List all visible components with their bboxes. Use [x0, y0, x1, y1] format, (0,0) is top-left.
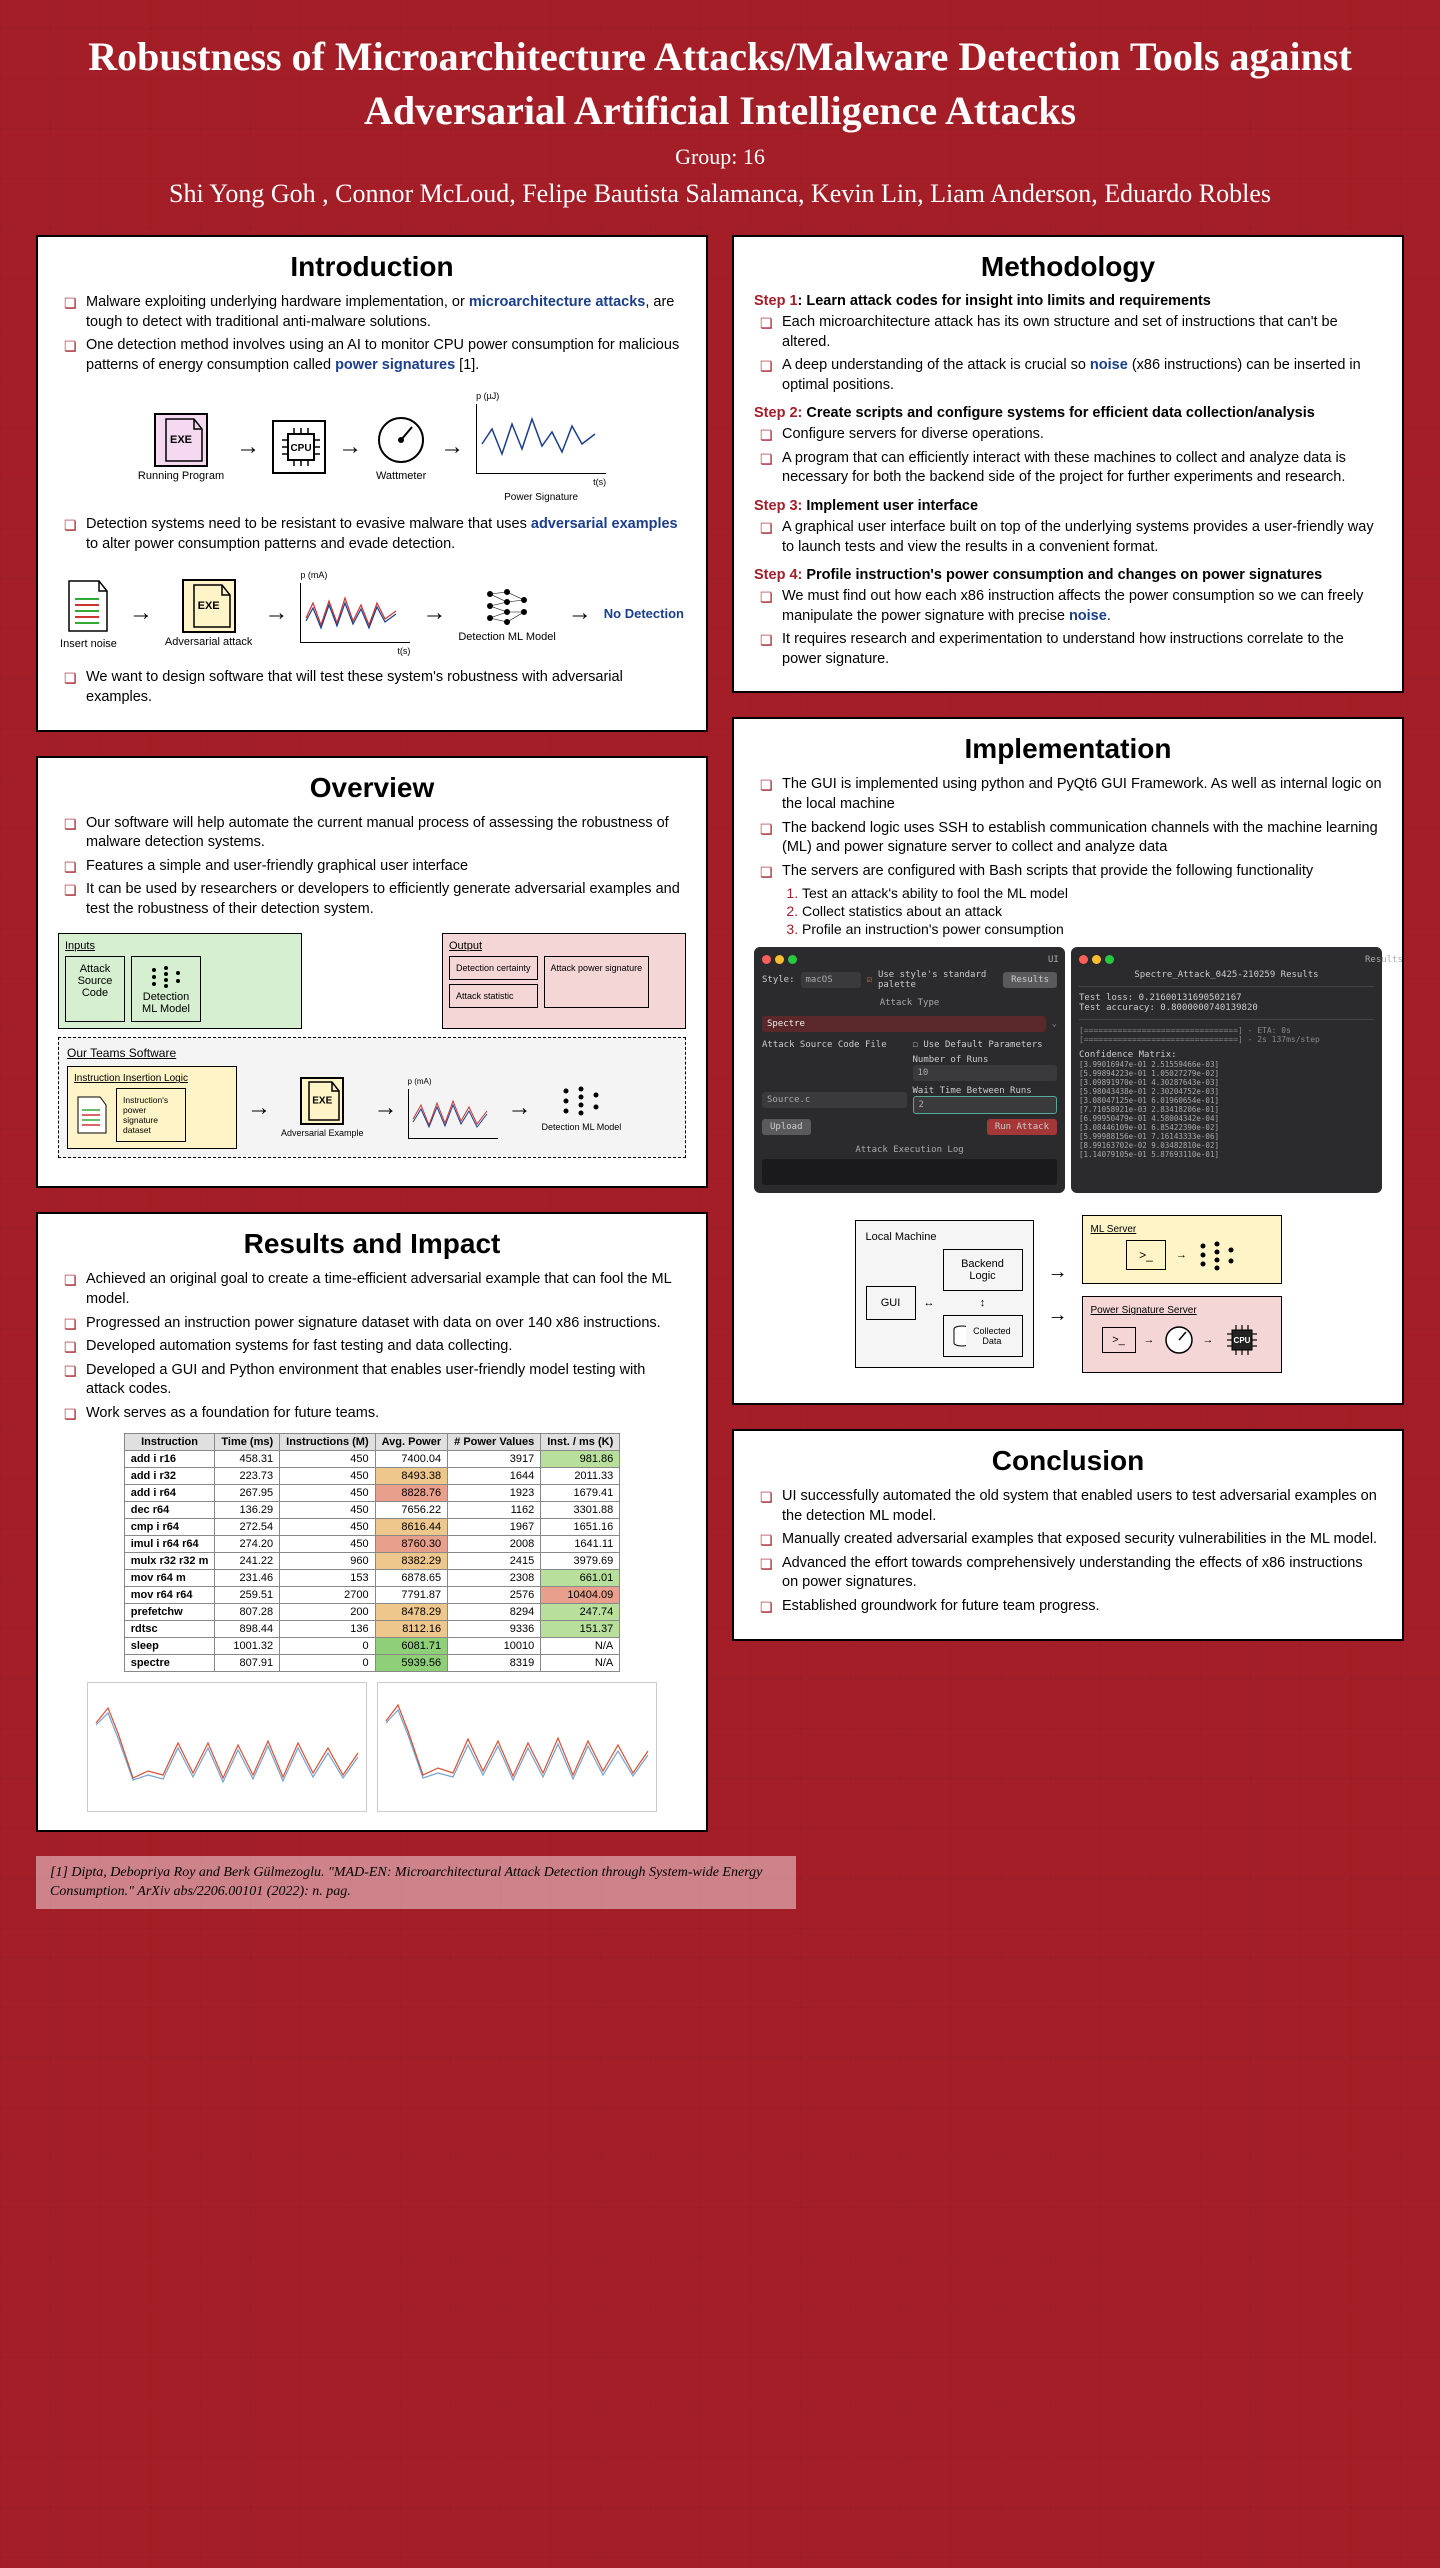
intro-diagram-1: EXE Running Program → CPU → Wattmeter →	[58, 379, 686, 515]
adversarial-chart	[300, 583, 410, 643]
gui-window-ui: UI Style:macOS☑Use style's standard pale…	[754, 947, 1065, 1193]
intro-bullet-3: Detection systems need to be resistant t…	[64, 515, 686, 554]
panel-introduction: Introduction Malware exploiting underlyi…	[36, 235, 708, 732]
impl-heading: Implementation	[754, 733, 1382, 765]
document-icon	[63, 577, 113, 635]
panel-conclusion: Conclusion UI successfully automated the…	[732, 1429, 1404, 1640]
results-bullet-3: Developed automation systems for fast te…	[64, 1337, 686, 1357]
arrow-icon: →	[264, 599, 288, 627]
gui-screenshots: UI Style:macOS☑Use style's standard pale…	[754, 947, 1382, 1193]
arrow-icon: →	[338, 433, 362, 461]
panel-overview: Overview Our software will help automate…	[36, 756, 708, 1189]
power-trace-chart-2	[377, 1682, 657, 1812]
document-icon	[74, 1094, 110, 1136]
panel-methodology: Methodology Step 1: Learn attack codes f…	[732, 235, 1404, 693]
arrow-icon: →	[568, 599, 592, 627]
neural-net-icon	[482, 584, 532, 628]
authors: Shi Yong Goh , Connor McLoud, Felipe Bau…	[40, 176, 1400, 211]
impl-bullet-2: The backend logic uses SSH to establish …	[760, 819, 1382, 858]
impl-ol-1: Test an attack's ability to fool the ML …	[802, 885, 1068, 901]
method-s1-b1: Each microarchitecture attack has its ow…	[760, 313, 1382, 352]
results-bullet-4: Developed a GUI and Python environment t…	[64, 1361, 686, 1400]
gauge-icon	[374, 413, 428, 467]
poster-title: Robustness of Microarchitecture Attacks/…	[40, 30, 1400, 138]
intro-bullet-1: Malware exploiting underlying hardware i…	[64, 293, 686, 332]
overview-heading: Overview	[58, 772, 686, 804]
database-icon	[952, 1324, 967, 1348]
power-chart	[408, 1089, 498, 1139]
panel-implementation: Implementation The GUI is implemented us…	[732, 717, 1404, 1405]
conclusion-bullet-4: Established groundwork for future team p…	[760, 1597, 1382, 1617]
intro-bullet-2: One detection method involves using an A…	[64, 336, 686, 375]
results-bullet-5: Work serves as a foundation for future t…	[64, 1404, 686, 1424]
intro-diagram-2: Insert noise → EXE Adversarial attack → …	[58, 558, 686, 668]
arrow-icon: →	[236, 433, 260, 461]
impl-bullet-1: The GUI is implemented using python and …	[760, 775, 1382, 814]
method-s4-b2: It requires research and experimentation…	[760, 630, 1382, 669]
citation-footer: [1] Dipta, Debopriya Roy and Berk Gülmez…	[36, 1856, 796, 1908]
overview-bullet-2: Features a simple and user-friendly grap…	[64, 857, 686, 877]
arrow-icon: →	[440, 433, 464, 461]
method-s3-b1: A graphical user interface built on top …	[760, 518, 1382, 557]
overview-bullet-3: It can be used by researchers or develop…	[64, 880, 686, 919]
method-s2-b2: A program that can efficiently interact …	[760, 449, 1382, 488]
gauge-icon	[1163, 1324, 1195, 1356]
conclusion-heading: Conclusion	[754, 1445, 1382, 1477]
conclusion-bullet-1: UI successfully automated the old system…	[760, 1487, 1382, 1526]
neural-net-icon	[560, 1083, 602, 1119]
no-detection-label: No Detection	[604, 606, 684, 621]
method-s2-b1: Configure servers for diverse operations…	[760, 425, 1382, 445]
methodology-heading: Methodology	[754, 251, 1382, 283]
overview-diagram: Inputs Attack Source Code Detection ML M…	[58, 923, 686, 1168]
results-bullet-1: Achieved an original goal to create a ti…	[64, 1270, 686, 1309]
method-s4-b1: We must find out how each x86 instructio…	[760, 587, 1382, 626]
panel-results: Results and Impact Achieved an original …	[36, 1212, 708, 1832]
impl-ol-2: Collect statistics about an attack	[802, 903, 1002, 919]
impl-bullet-3: The servers are configured with Bash scr…	[760, 862, 1382, 882]
group-number: Group: 16	[40, 144, 1400, 170]
gui-window-results: Results Spectre_Attack_0425-210259 Resul…	[1071, 947, 1382, 1193]
conclusion-bullet-3: Advanced the effort towards comprehensiv…	[760, 1554, 1382, 1593]
architecture-diagram: Local Machine GUI ↔ Backend Logic ↕ Coll…	[754, 1203, 1382, 1385]
results-table: InstructionTime (ms)Instructions (M)Avg.…	[124, 1433, 621, 1672]
svg-text:CPU: CPU	[291, 443, 312, 454]
results-heading: Results and Impact	[58, 1228, 686, 1260]
svg-text:CPU: CPU	[1233, 1336, 1250, 1345]
intro-bullet-4: We want to design software that will tes…	[64, 668, 686, 707]
arrow-icon: →	[129, 599, 153, 627]
intro-heading: Introduction	[58, 251, 686, 283]
power-signature-chart	[476, 404, 606, 474]
overview-bullet-1: Our software will help automate the curr…	[64, 814, 686, 853]
power-trace-chart-1	[87, 1682, 367, 1812]
conclusion-bullet-2: Manually created adversarial examples th…	[760, 1530, 1382, 1550]
poster-header: Robustness of Microarchitecture Attacks/…	[0, 0, 1440, 235]
cpu-icon: CPU	[1222, 1320, 1262, 1360]
results-bullet-2: Progressed an instruction power signatur…	[64, 1314, 686, 1334]
neural-net-icon	[149, 963, 183, 989]
arrow-icon: →	[422, 599, 446, 627]
method-s1-b2: A deep understanding of the attack is cr…	[760, 356, 1382, 395]
cpu-icon: CPU	[274, 420, 324, 474]
neural-net-icon	[1197, 1239, 1237, 1271]
impl-ol-3: Profile an instruction's power consumpti…	[802, 921, 1064, 937]
